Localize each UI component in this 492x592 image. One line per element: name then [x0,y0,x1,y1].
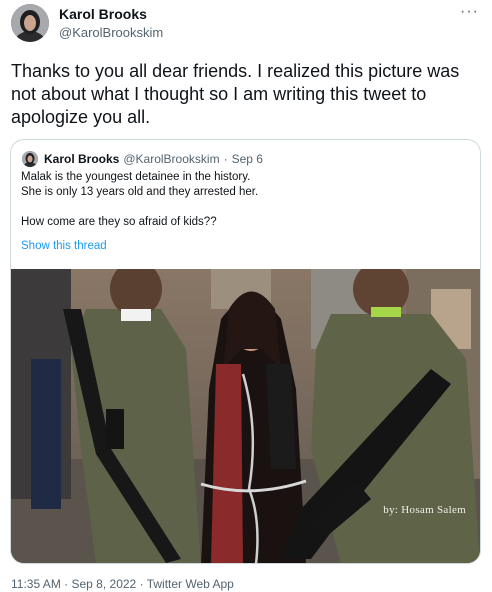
quoted-date: Sep 6 [231,152,263,166]
quoted-text-line: Malak is the youngest detainee in the hi… [21,171,251,183]
quoted-tweet-text: Malak is the youngest detainee in the hi… [21,170,471,230]
quoted-author-handle: @KarolBrookskim [123,152,220,166]
author-handle[interactable]: @KarolBrookskim [59,25,163,40]
author-name[interactable]: Karol Brooks [59,6,147,22]
quoted-text-line: She is only 13 years old and they arrest… [21,186,259,198]
meta-separator: · [139,577,144,591]
quoted-separator: · [223,152,228,166]
quoted-tweet[interactable]: Karol Brooks @KarolBrookskim · Sep 6 Mal… [10,139,481,564]
quoted-text-line: How come are they so afraid of kids?? [21,216,217,228]
tweet-source: Twitter Web App [146,577,234,591]
tweet-time[interactable]: 11:35 AM [11,577,61,591]
tweet-date[interactable]: Sep 8, 2022 [72,577,137,591]
photo-credit: by: Hosam Salem [383,504,466,516]
quoted-tweet-photo[interactable]: by: Hosam Salem [11,269,480,563]
more-horizontal-icon[interactable]: ··· [460,4,479,20]
tweet-text: Thanks to you all dear friends. I realiz… [11,61,460,127]
quoted-tweet-header: Karol Brooks @KarolBrookskim · Sep 6 [22,150,263,168]
tweet: Karol Brooks @KarolBrookskim ··· Thanks … [0,0,492,592]
quoted-author-avatar [22,151,38,167]
meta-separator: · [64,577,69,591]
author-avatar[interactable] [11,4,49,42]
tweet-metadata: 11:35 AM · Sep 8, 2022 · Twitter Web App [11,577,234,591]
quoted-author-name: Karol Brooks [44,152,120,166]
show-thread-link[interactable]: Show this thread [21,240,107,252]
